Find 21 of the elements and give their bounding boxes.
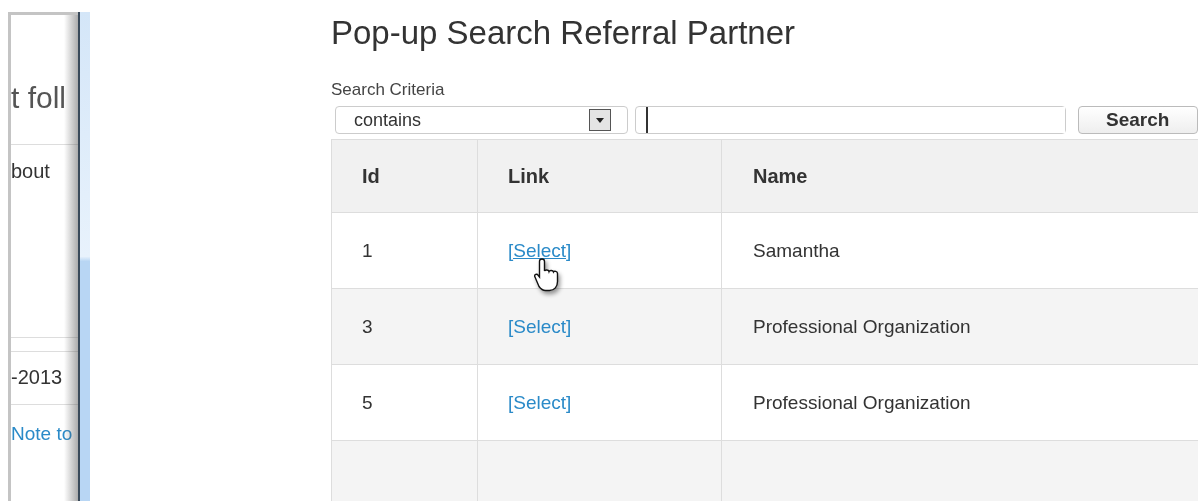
select-link[interactable]: [Select] xyxy=(508,315,572,338)
search-button[interactable]: Search xyxy=(1078,106,1198,134)
table-cell-text: Professional Organization xyxy=(752,390,972,415)
column-header: Name xyxy=(752,163,809,189)
table-cell: 3 xyxy=(332,289,478,364)
page-text: bout xyxy=(11,160,50,182)
search-criteria-label: Search Criteria xyxy=(331,80,446,100)
popup-title: Pop-up Search Referral Partner xyxy=(331,14,797,52)
column-header: Id xyxy=(332,140,478,212)
table-cell-text: Professional Organization xyxy=(752,314,972,339)
select-link[interactable]: [Select] xyxy=(508,239,572,262)
note-link[interactable]: Note to xyxy=(11,423,73,444)
page-heading: t foll xyxy=(11,81,67,114)
date-text: -2013 xyxy=(11,366,63,388)
search-field[interactable] xyxy=(635,106,1066,134)
operator-dropdown[interactable]: contains xyxy=(335,106,628,134)
table-cell: 5 xyxy=(332,365,478,440)
column-header: Link xyxy=(478,140,722,212)
select-link[interactable]: [Select] xyxy=(508,391,572,414)
table-cell: 1 xyxy=(332,213,478,288)
table-cell-text: Samantha xyxy=(752,238,841,263)
